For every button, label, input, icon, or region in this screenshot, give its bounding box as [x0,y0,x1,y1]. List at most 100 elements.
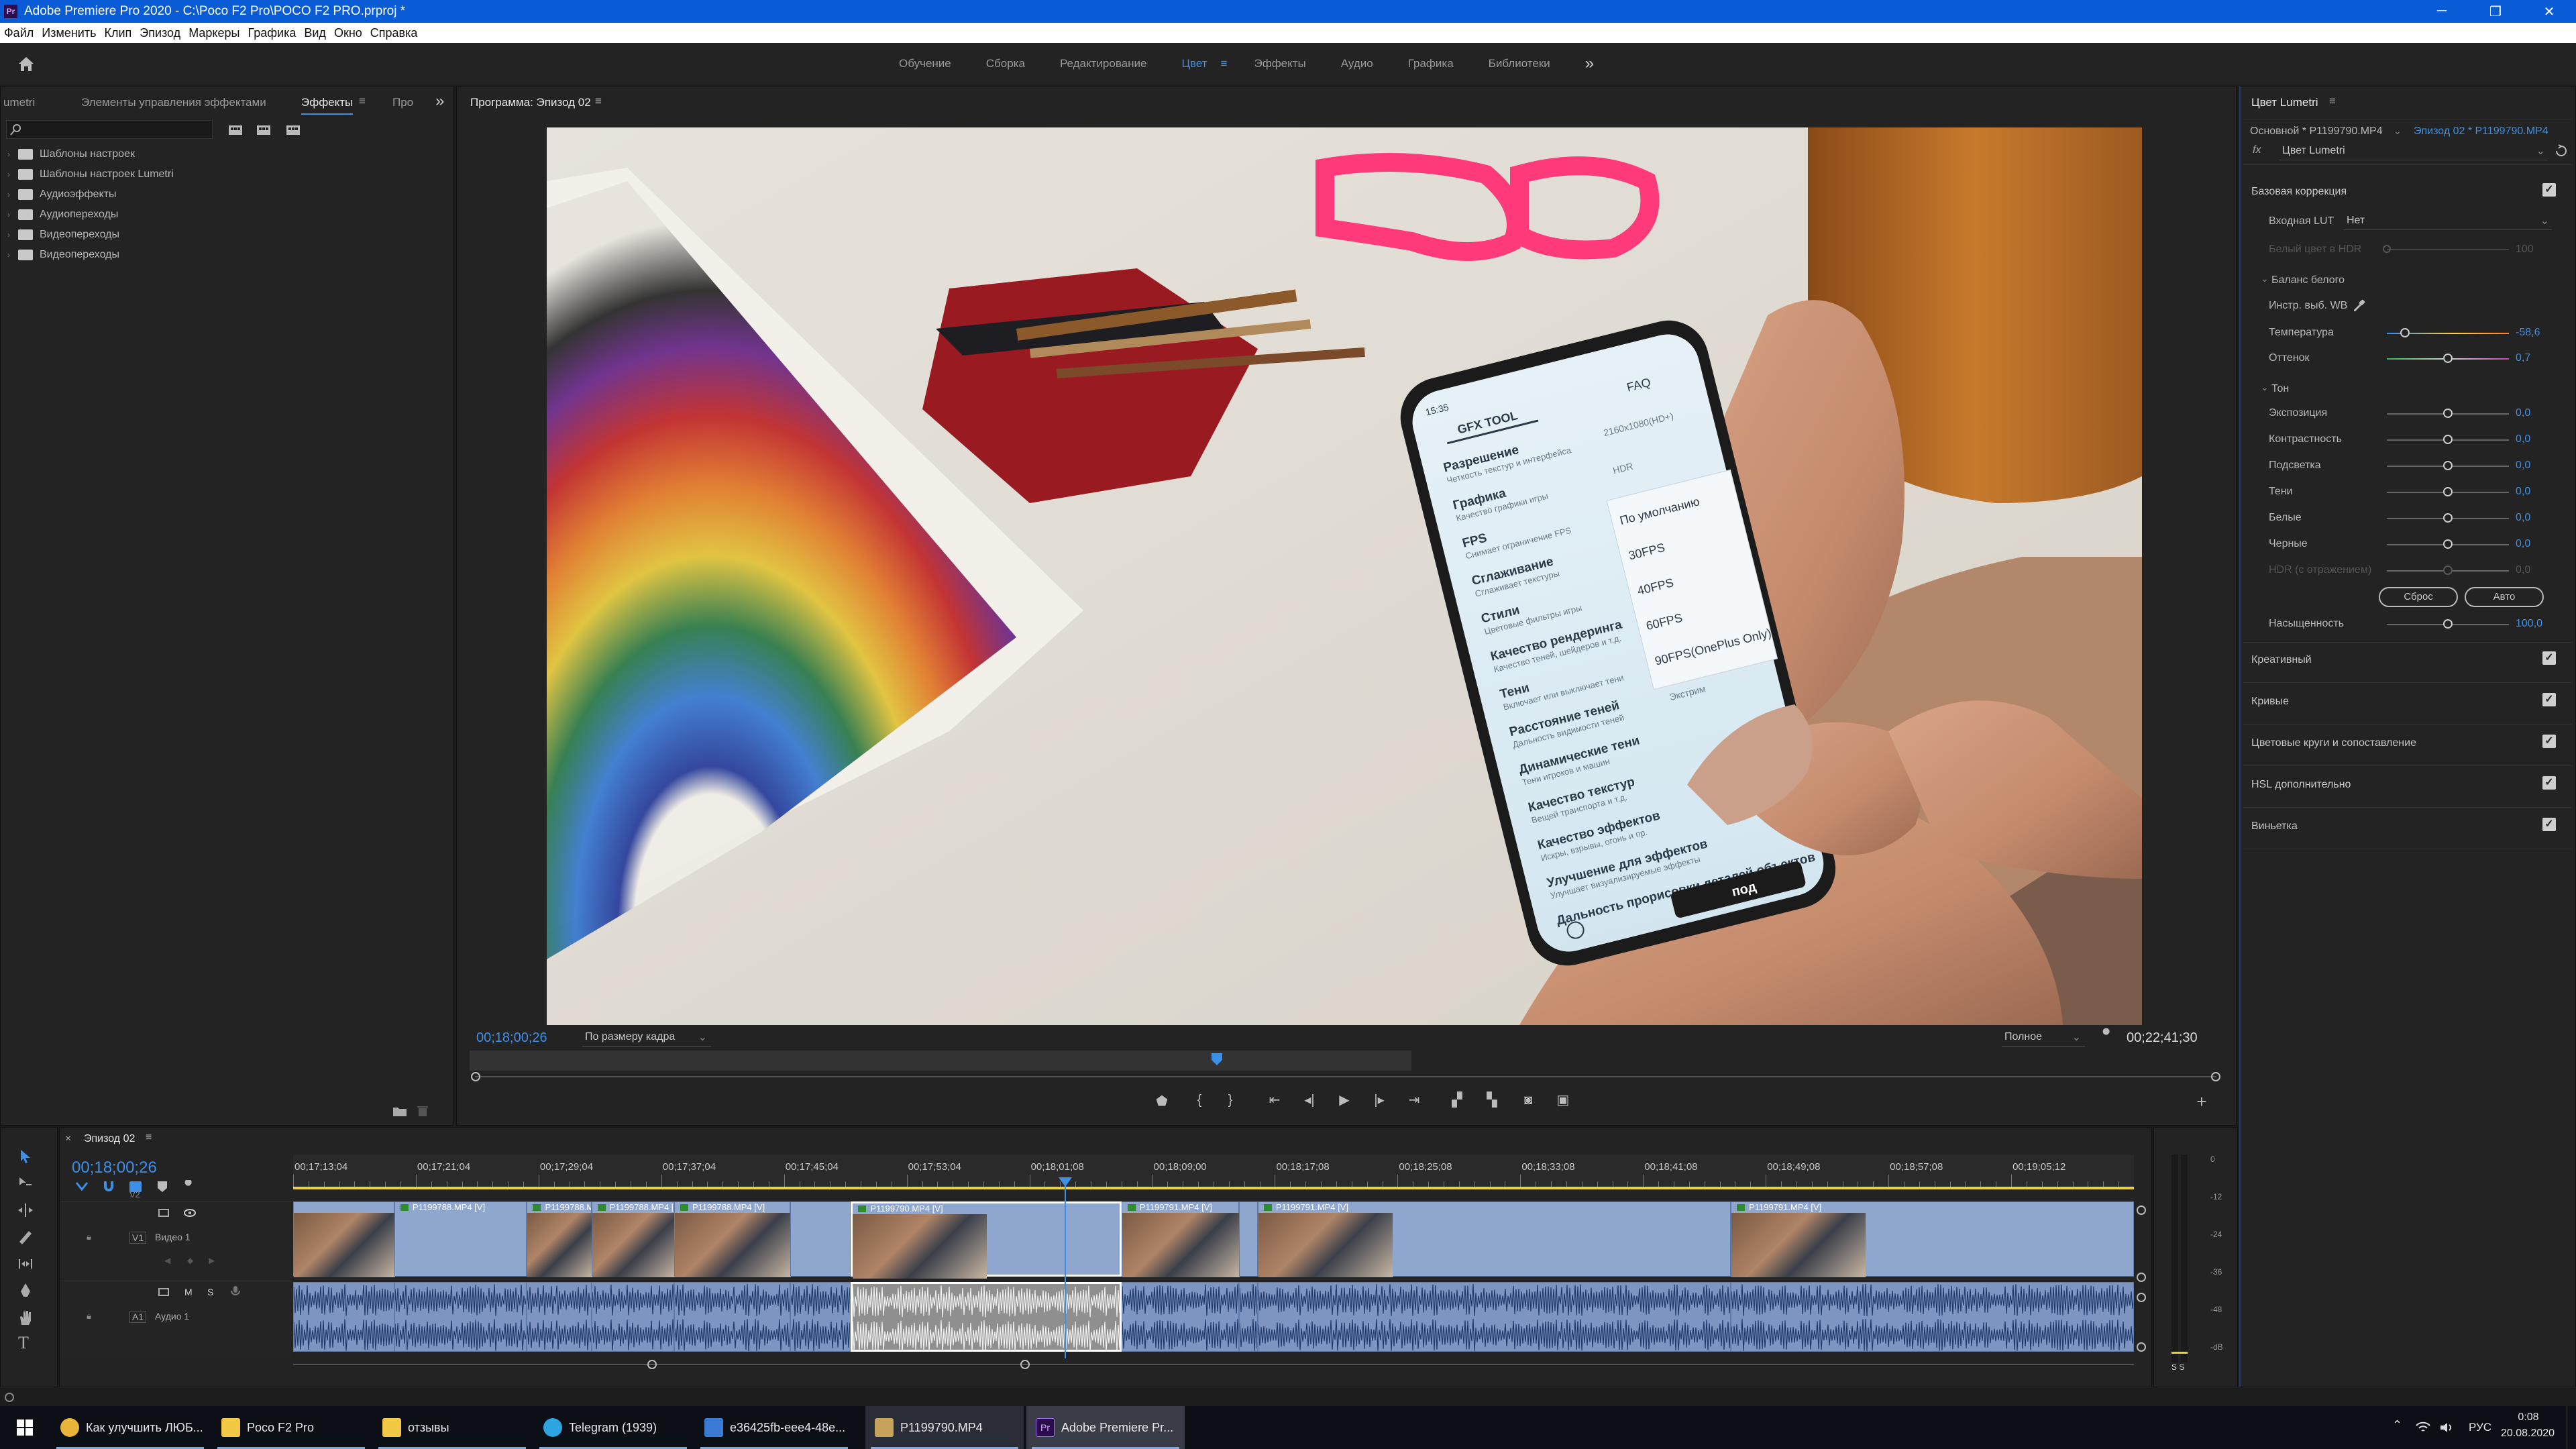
keyframe-icon[interactable]: ◆ [187,1256,193,1265]
section-white-balance[interactable]: Баланс белого [2271,274,2345,286]
section-creative[interactable]: Креативный [2251,654,2312,666]
tone-slider-knob[interactable] [2443,487,2453,496]
playhead-timecode[interactable]: 00;18;00;26 [476,1030,547,1046]
tone-slider-value[interactable]: 0,0 [2516,512,2530,524]
ripple-edit-tool-icon[interactable] [17,1201,34,1219]
workspace-libraries[interactable]: Библиотеки [1489,57,1550,70]
menu-graphics[interactable]: Графика [248,26,296,40]
track-select-tool-icon[interactable] [17,1175,34,1192]
bit-depth-effects-icon[interactable] [256,123,272,138]
section-basic-correction[interactable]: Базовая коррекция [2251,186,2347,198]
wrench-icon[interactable] [2100,1028,2114,1042]
basic-correction-checkbox[interactable]: ✓ [2542,183,2556,197]
tree-item-audio-effects[interactable]: › Аудиоэффекты [7,184,174,205]
monitor-work-area[interactable] [470,1051,1411,1071]
hand-tool-icon[interactable] [17,1309,34,1326]
chevron-down-icon[interactable]: ⌄ [2261,382,2269,393]
lumetri-effect-select[interactable]: Цвет Lumetri ⌄ [2279,143,2548,160]
close-tab-icon[interactable]: × [65,1133,71,1145]
tone-slider-4[interactable]: Белые 0,0 [2241,506,2575,531]
temperature-slider[interactable]: Температура -58,6 [2241,321,2575,345]
hsl-secondary-checkbox[interactable]: ✓ [2542,776,2556,790]
go-to-in-icon[interactable]: ⇤ [1267,1092,1283,1108]
video-clip[interactable] [293,1201,395,1277]
tone-slider-knob[interactable] [2443,409,2453,418]
reset-effect-icon[interactable] [2555,144,2568,158]
auto-button[interactable]: Авто [2465,587,2544,607]
next-keyframe-icon[interactable]: ▶ [209,1256,215,1265]
workspace-menu-icon[interactable]: ≡ [1221,57,1228,70]
chevron-down-icon[interactable]: ⌄ [2261,273,2269,284]
input-lut-select[interactable]: Нет ⌄ [2344,213,2552,230]
taskbar-video-player[interactable]: P1199790.MP4 [865,1406,1024,1449]
v-scroll-mid[interactable] [2137,1273,2146,1282]
eye-icon[interactable] [183,1208,197,1218]
audio-clip[interactable] [293,1282,394,1352]
playhead-handle-icon[interactable] [1059,1177,1072,1187]
section-hsl-secondary[interactable]: HSL дополнительно [2251,779,2351,791]
export-frame-icon[interactable]: ◙ [1520,1092,1536,1108]
audio-clip[interactable] [851,1282,1122,1352]
audio-clip[interactable] [527,1282,592,1352]
taskbar-photos[interactable]: e36425fb-eee4-48e... [695,1406,853,1449]
tone-slider-value[interactable]: 0,0 [2516,433,2530,445]
microphone-icon[interactable] [230,1285,241,1297]
track-v1-name[interactable]: Видео 1 [155,1232,191,1242]
chevron-right-icon[interactable]: › [7,210,18,219]
timeline-scroll-left[interactable] [647,1360,657,1369]
audio-clip[interactable] [674,1282,790,1352]
fx-toggle-icon[interactable]: fx [2253,144,2261,156]
time-ruler[interactable]: 00;17;13;04 00;17;21;04 00;17;29;04 00;17;3… [293,1155,2134,1187]
tab-lumetri-scopes[interactable]: umetri [3,96,35,109]
taskbar-premiere[interactable]: Pr Adobe Premiere Pr... [1026,1406,1185,1449]
previous-keyframe-icon[interactable]: ◀ [164,1256,170,1265]
saturation-slider[interactable]: Насыщенность 100,0 [2241,612,2575,637]
video-clip[interactable]: P1199788.MP4 [V] [591,1201,675,1277]
lift-icon[interactable]: ▞ [1449,1092,1465,1108]
tree-item-video-transitions[interactable]: › Видеопереходы [7,245,174,265]
nest-sequence-icon[interactable] [74,1180,89,1193]
chevron-down-icon[interactable]: ⌄ [2394,125,2402,137]
chevron-right-icon[interactable]: › [7,190,18,199]
effects-menu-icon[interactable]: ≡ [359,95,366,108]
v-scroll-a-top[interactable] [2137,1293,2146,1302]
temperature-knob[interactable] [2400,328,2410,337]
workspace-audio[interactable]: Аудио [1341,57,1373,70]
video-clip[interactable]: P1199791.MP4 [V] [1121,1201,1240,1277]
windows-start-icon[interactable] [16,1419,34,1436]
minimize-button[interactable]: ─ [2415,3,2469,20]
menu-window[interactable]: Окно [334,26,362,40]
solo-icon[interactable]: S [207,1287,213,1297]
menu-sequence[interactable]: Эпизод [140,26,180,40]
mark-out-icon[interactable]: } [1222,1092,1238,1108]
video-clip[interactable] [1239,1201,1258,1277]
maximize-button[interactable]: ❐ [2469,3,2522,20]
creative-checkbox[interactable]: ✓ [2542,651,2556,665]
menu-edit[interactable]: Изменить [42,26,96,40]
tab-project[interactable]: Про [392,96,413,109]
tone-slider-knob[interactable] [2443,461,2453,470]
saturation-knob[interactable] [2443,619,2453,629]
tree-item-lumetri-presets[interactable]: › Шаблоны настроек Lumetri [7,164,174,184]
tone-slider-6[interactable]: HDR (с отражением) 0,0 [2241,559,2575,583]
tint-knob[interactable] [2443,354,2453,363]
timeline-settings-icon[interactable] [182,1180,197,1193]
tray-chevron-up-icon[interactable]: ⌃ [2392,1418,2402,1432]
menu-help[interactable]: Справка [370,26,418,40]
tone-slider-value[interactable]: 0,0 [2516,564,2530,576]
tone-slider-3[interactable]: Тени 0,0 [2241,480,2575,504]
menu-file[interactable]: Файл [4,26,34,40]
tone-slider-1[interactable]: Контрастность 0,0 [2241,428,2575,452]
comparison-view-icon[interactable]: ▣ [1555,1092,1571,1108]
add-marker-icon[interactable] [155,1180,170,1193]
clock-date[interactable]: 20.08.2020 [2501,1428,2555,1440]
tint-slider[interactable]: Оттенок 0,7 [2241,347,2575,371]
curves-checkbox[interactable]: ✓ [2542,693,2556,706]
scroll-handle-right[interactable] [2211,1072,2220,1081]
audio-clip[interactable] [591,1282,674,1352]
playback-resolution-select[interactable]: Полное ⌄ [2002,1028,2085,1046]
close-button[interactable]: ✕ [2522,3,2576,20]
menu-clip[interactable]: Клип [104,26,131,40]
new-bin-accelerated-icon[interactable] [227,123,244,138]
tone-slider-knob[interactable] [2443,435,2453,444]
